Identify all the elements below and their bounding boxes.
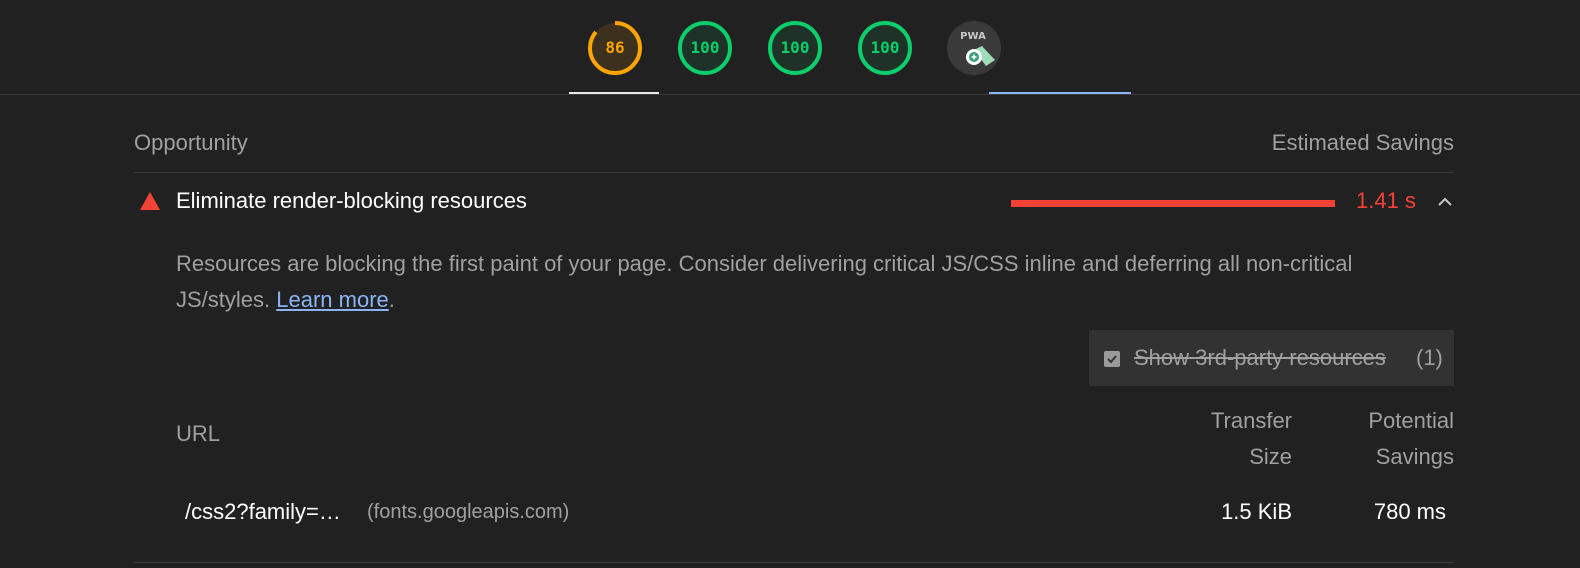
pwa-label: PWA: [960, 31, 986, 42]
score-value: 100: [780, 38, 810, 57]
description-period: .: [388, 287, 395, 312]
score-gauge-accessibility[interactable]: 100: [677, 20, 733, 76]
url-column-header: URL: [176, 421, 221, 446]
resource-potential-savings: 780 ms: [1373, 499, 1446, 524]
savings-bar: [1011, 200, 1335, 207]
audit-title: Eliminate render-blocking resources: [176, 188, 527, 213]
savings-bar-fill: [1011, 200, 1335, 207]
score-gauge-best-practices[interactable]: 100: [767, 20, 823, 76]
third-party-count: (1): [1416, 345, 1443, 370]
score-value: 86: [605, 38, 625, 57]
resource-url[interactable]: /css2?family=…: [185, 499, 341, 525]
score-value: 100: [870, 38, 900, 57]
audit-description: Resources are blocking the first paint o…: [176, 246, 1446, 318]
score-gauge-seo[interactable]: 100: [857, 20, 913, 76]
potential-savings-column-header: Potential Savings: [1368, 408, 1454, 469]
warning-triangle-icon: [140, 192, 160, 210]
third-party-label: Show 3rd-party resources: [1134, 345, 1386, 370]
resource-host: (fonts.googleapis.com): [367, 501, 570, 523]
learn-more-link[interactable]: Learn more: [276, 287, 389, 312]
third-party-checkbox[interactable]: [1104, 351, 1120, 367]
learn-more-link-underline: [989, 92, 1131, 94]
transfer-size-column-header: Transfer Size: [1210, 408, 1292, 469]
opportunity-header: Opportunity Estimated Savings: [134, 126, 1454, 173]
resource-transfer-size: 1.5 KiB: [1221, 499, 1292, 524]
score-value: 100: [690, 38, 720, 57]
estimated-savings-column-label: Estimated Savings: [1271, 130, 1454, 155]
third-party-filter[interactable]: Show 3rd-party resources (1): [1089, 330, 1454, 386]
chevron-up-icon[interactable]: [1435, 192, 1455, 212]
savings-value: 1.41 s: [1356, 188, 1416, 213]
pwa-badge-icon[interactable]: PWA: [946, 20, 1002, 76]
opportunity-column-label: Opportunity: [134, 130, 248, 155]
checkmark-icon: [1107, 355, 1117, 364]
audit-render-blocking[interactable]: Eliminate render-blocking resources 1.41…: [134, 184, 1454, 224]
score-header: 86 100 100 100 PWA: [0, 0, 1580, 95]
score-gauge-performance[interactable]: 86: [587, 20, 643, 76]
active-gauge-underline: [569, 92, 659, 94]
table-row: /css2?family=… (fonts.googleapis.com) 1.…: [134, 496, 1454, 563]
